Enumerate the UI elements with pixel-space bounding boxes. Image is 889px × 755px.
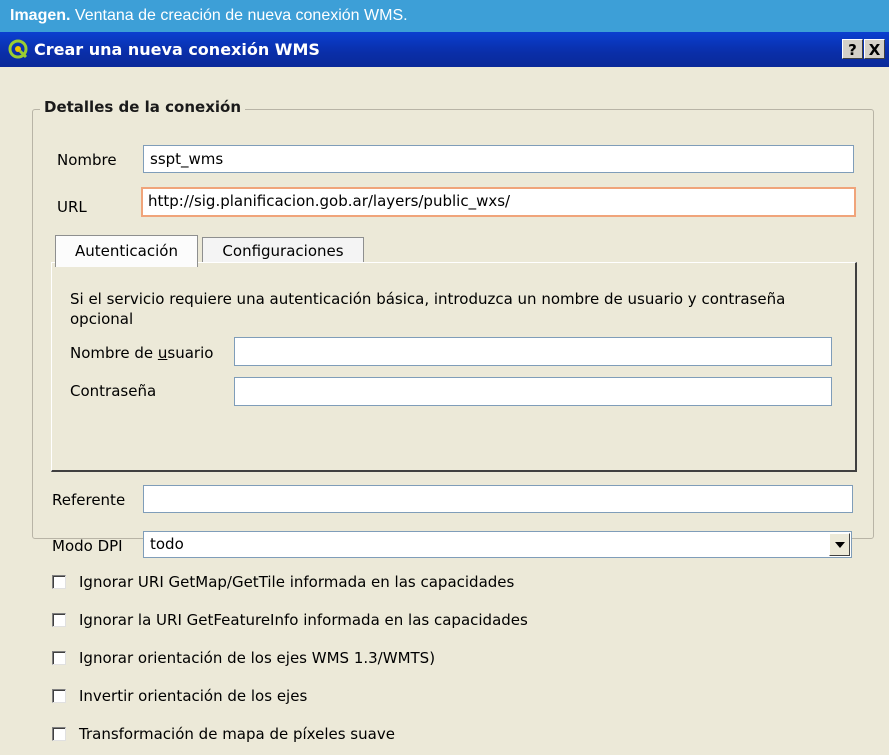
url-label: URL xyxy=(57,198,87,216)
checkbox[interactable] xyxy=(52,651,66,665)
password-label: Contraseña xyxy=(70,382,157,400)
option-label: Transformación de mapa de píxeles suave xyxy=(79,725,395,743)
username-input[interactable] xyxy=(234,337,832,366)
dpi-mode-label: Modo DPI xyxy=(52,537,123,555)
dialog-body: Detalles de la conexión Nombre sspt_wms … xyxy=(0,67,889,755)
tab-configuraciones[interactable]: Configuraciones xyxy=(202,237,364,263)
username-label-mnemonic: u xyxy=(157,344,168,362)
referer-label: Referente xyxy=(52,491,126,509)
checkbox[interactable] xyxy=(52,575,66,589)
name-input[interactable]: sspt_wms xyxy=(143,145,854,173)
option-label: Invertir orientación de los ejes xyxy=(79,687,308,705)
caption-text: Ventana de creación de nueva conexión WM… xyxy=(70,7,408,24)
group-title: Detalles de la conexión xyxy=(40,98,245,116)
url-input[interactable]: http://sig.planificacion.gob.ar/layers/p… xyxy=(141,187,856,217)
caption-prefix: Imagen. xyxy=(10,7,71,24)
close-button[interactable]: X xyxy=(864,39,885,59)
window-titlebar[interactable]: Crear una nueva conexión WMS ? X xyxy=(0,32,889,67)
username-label: Nombre de usuario xyxy=(70,344,213,362)
option-label: Ignorar la URI GetFeatureInfo informada … xyxy=(79,611,528,629)
qgis-icon xyxy=(8,39,28,59)
dpi-mode-value: todo xyxy=(150,535,184,553)
window-title: Crear una nueva conexión WMS xyxy=(34,40,320,59)
checkbox[interactable] xyxy=(52,689,66,703)
name-label: Nombre xyxy=(57,151,117,169)
option-label: Ignorar orientación de los ejes WMS 1.3/… xyxy=(79,649,436,667)
checkbox[interactable] xyxy=(52,727,66,741)
referer-input[interactable] xyxy=(143,485,853,513)
help-button[interactable]: ? xyxy=(842,39,863,59)
chevron-down-icon xyxy=(835,542,845,548)
username-label-pre: Nombre de xyxy=(70,344,158,362)
checkbox[interactable] xyxy=(52,613,66,627)
username-label-post: suario xyxy=(167,344,214,362)
auth-description: Si el servicio requiere una autenticació… xyxy=(70,290,786,328)
dpi-mode-select[interactable]: todo xyxy=(143,531,852,558)
option-label: Ignorar URI GetMap/GetTile informada en … xyxy=(79,573,515,591)
figure-caption: Imagen. Ventana de creación de nueva con… xyxy=(0,0,889,32)
password-input[interactable] xyxy=(234,377,832,406)
tab-autenticacion[interactable]: Autenticación xyxy=(55,235,198,267)
dropdown-button[interactable] xyxy=(829,533,850,556)
